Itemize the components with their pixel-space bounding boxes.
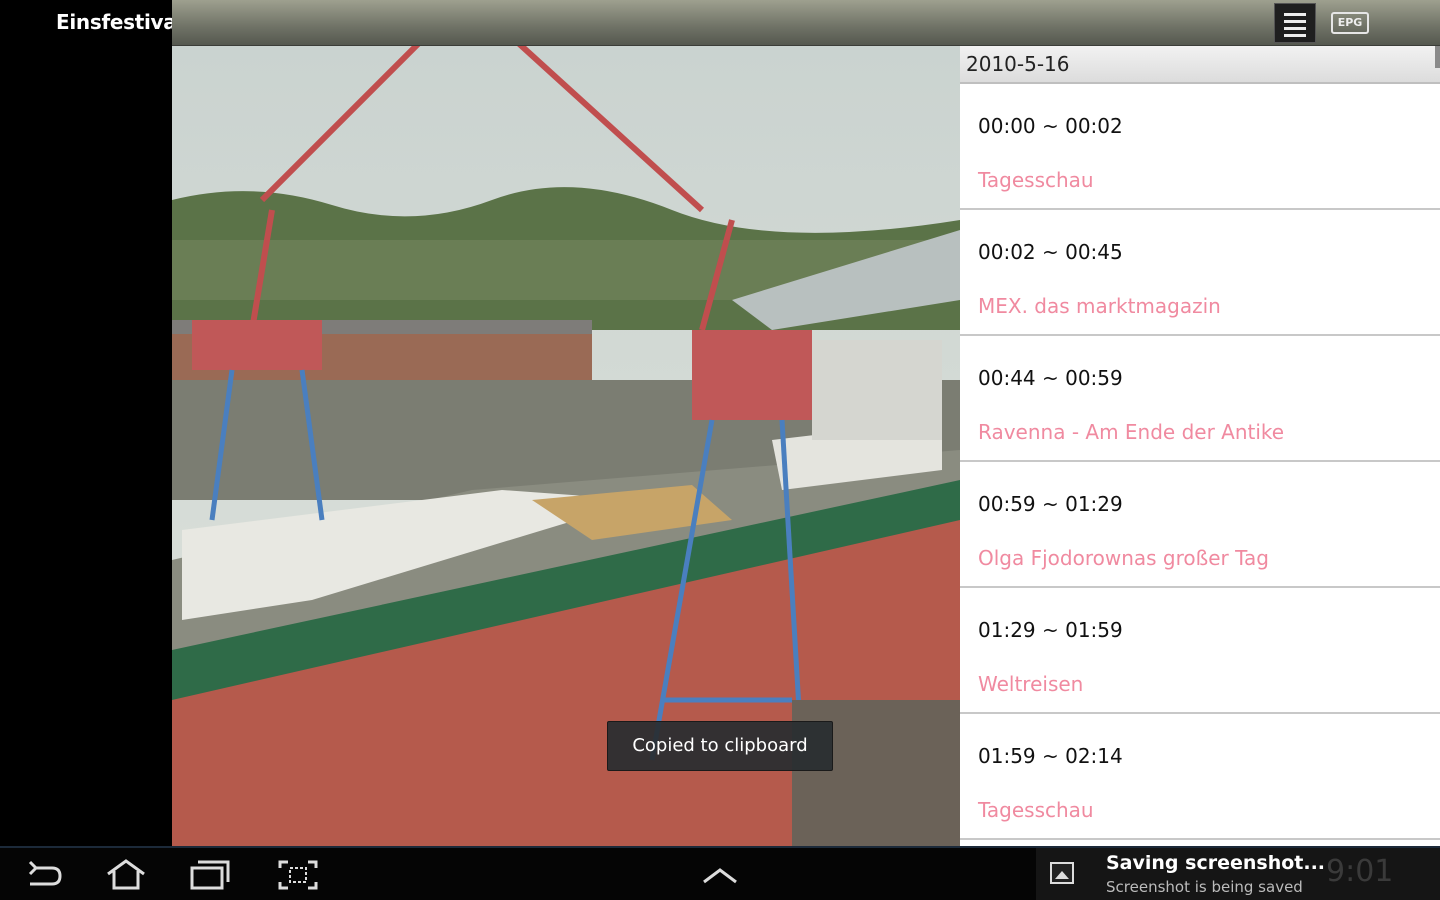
epg-item[interactable]: 01:59 ~ 02:14 Tagesschau [960,714,1440,840]
home-icon[interactable] [104,858,148,892]
epg-item-title: MEX. das marktmagazin [978,294,1221,318]
notification-title: Saving screenshot... [1106,852,1326,874]
epg-item-title: Ravenna - Am Ende der Antike [978,420,1285,444]
epg-item-title: Tagesschau [978,168,1094,192]
epg-item[interactable]: 00:44 ~ 00:59 Ravenna - Am Ende der Antik… [960,336,1440,462]
scrollbar[interactable] [1435,46,1440,68]
recent-apps-icon[interactable] [188,858,232,892]
chevron-up-icon[interactable] [698,858,742,892]
epg-item-time: 01:59 ~ 02:14 [978,744,1123,768]
epg-item-title: Olga Fjodorownas großer Tag [978,546,1269,570]
epg-date-header: 2010-5-16 [960,46,1440,84]
epg-item-title: Weltreisen [978,672,1084,696]
epg-item[interactable]: 00:59 ~ 01:29 Olga Fjodorownas großer Tag [960,462,1440,588]
video-frame-shipyard [172,0,960,846]
epg-button[interactable]: EPG [1331,12,1369,34]
notification-subtitle: Screenshot is being saved [1106,878,1303,896]
epg-item[interactable]: 01:29 ~ 01:59 Weltreisen [960,588,1440,714]
epg-item-title: Tagesschau [978,798,1094,822]
epg-item-time: 00:59 ~ 01:29 [978,492,1123,516]
screenshot-notification[interactable]: Saving screenshot... Screenshot is being… [1036,848,1440,900]
epg-item-time: 00:02 ~ 00:45 [978,240,1123,264]
epg-item-time: 00:44 ~ 00:59 [978,366,1123,390]
epg-item-time: 01:29 ~ 01:59 [978,618,1123,642]
epg-item-time: 00:00 ~ 00:02 [978,114,1123,138]
status-clock: 9:01 [1326,854,1394,889]
back-icon[interactable] [22,858,66,892]
channel-list-button[interactable] [1274,3,1316,43]
epg-item[interactable]: 00:02 ~ 00:45 MEX. das marktmagazin [960,210,1440,336]
image-icon [1050,862,1074,884]
channel-panel: Einsfestival [0,0,183,846]
toast-message: Copied to clipboard [607,721,833,771]
video-player[interactable] [172,0,960,846]
screenshot-icon[interactable] [276,858,320,892]
channel-name: Einsfestival [56,10,184,34]
epg-item[interactable]: 00:00 ~ 00:02 Tagesschau [960,84,1440,210]
top-action-bar [172,0,1440,46]
epg-list[interactable]: 2010-5-16 00:00 ~ 00:02 Tagesschau 00:02 ~… [960,46,1440,846]
